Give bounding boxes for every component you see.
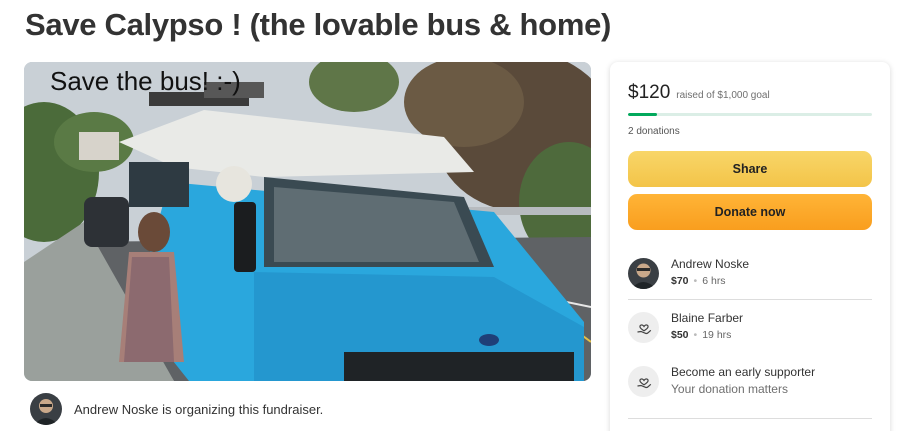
divider bbox=[628, 418, 872, 419]
donor-amount: $50 bbox=[671, 329, 689, 341]
share-button[interactable]: Share bbox=[628, 151, 872, 187]
donation-card: $120 raised of $1,000 goal 2 donations S… bbox=[610, 62, 890, 431]
early-supporter-subtitle: Your donation matters bbox=[671, 382, 788, 396]
donor-avatar bbox=[628, 258, 659, 289]
heart-hand-icon bbox=[628, 366, 659, 397]
donor-item: Blaine Farber $50 • 19 hrs bbox=[628, 310, 872, 350]
progress-bar bbox=[628, 113, 872, 116]
donor-time: 6 hrs bbox=[702, 275, 726, 287]
hero-image[interactable]: Save the bus! :-) bbox=[24, 62, 591, 381]
donor-name: Blaine Farber bbox=[671, 311, 744, 325]
organizer-avatar[interactable] bbox=[30, 393, 62, 425]
early-supporter-item[interactable]: Become an early supporter Your donation … bbox=[628, 364, 872, 404]
divider bbox=[628, 299, 872, 300]
donor-time: 19 hrs bbox=[702, 329, 732, 341]
organizer-text: Andrew Noske is organizing this fundrais… bbox=[74, 401, 324, 417]
goal-text: raised of $1,000 goal bbox=[676, 90, 770, 101]
page-title: Save Calypso ! (the lovable bus & home) bbox=[25, 7, 612, 42]
donor-amount: $70 bbox=[671, 275, 689, 287]
donor-item: Andrew Noske $70 • 6 hrs bbox=[628, 256, 872, 296]
early-supporter-title: Become an early supporter bbox=[671, 365, 816, 379]
heart-hand-icon bbox=[628, 312, 659, 343]
progress-fill bbox=[628, 113, 658, 116]
donate-now-button[interactable]: Donate now bbox=[628, 194, 872, 230]
hero-caption: Save the bus! :-) bbox=[50, 66, 241, 96]
donor-meta: $70 • 6 hrs bbox=[671, 272, 749, 290]
bus-photo bbox=[24, 62, 591, 381]
organizer-row[interactable]: Andrew Noske is organizing this fundrais… bbox=[30, 393, 323, 425]
separator-dot: • bbox=[693, 329, 698, 341]
donor-name: Andrew Noske bbox=[671, 257, 750, 271]
raised-summary: $120 raised of $1,000 goal bbox=[628, 82, 770, 104]
raised-amount: $120 bbox=[628, 82, 671, 103]
separator-dot: • bbox=[693, 275, 698, 287]
donation-count[interactable]: 2 donations bbox=[628, 126, 680, 137]
donor-meta: $50 • 19 hrs bbox=[671, 326, 743, 344]
